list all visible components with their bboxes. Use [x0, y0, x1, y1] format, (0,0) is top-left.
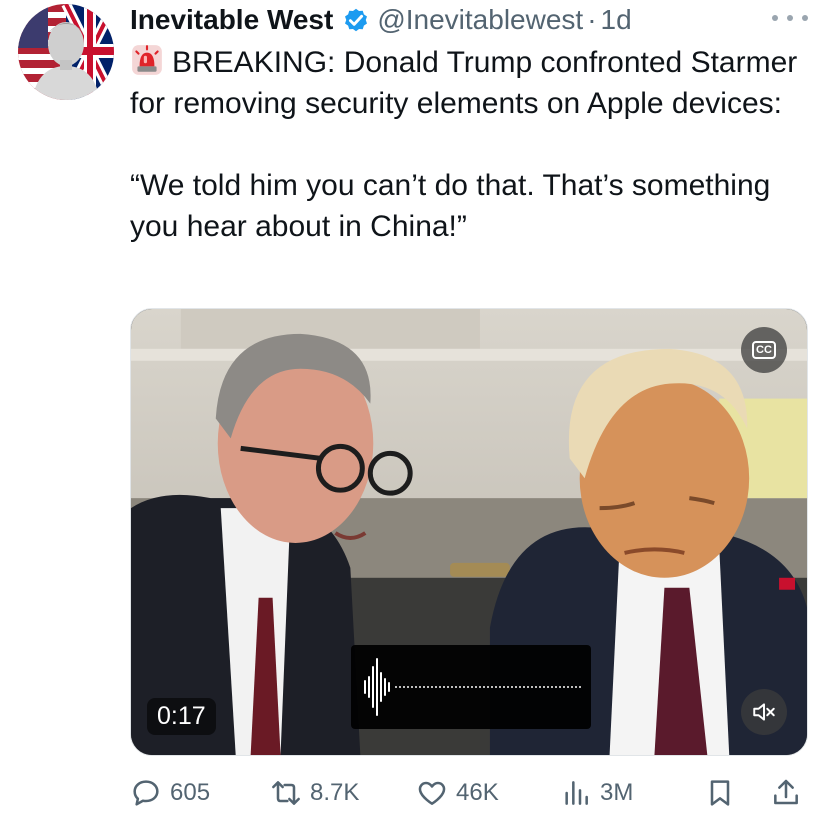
tweet-header: Inevitable West @Inevitablewest · 1d	[130, 0, 632, 40]
closed-captions-icon: CC	[752, 341, 776, 359]
author-name[interactable]: Inevitable West	[130, 4, 333, 36]
repost-icon	[272, 781, 300, 805]
author-avatar[interactable]	[18, 4, 114, 100]
repost-button[interactable]: 8.7K	[270, 768, 359, 818]
share-icon	[774, 779, 798, 805]
like-button[interactable]: 46K	[416, 768, 499, 818]
reply-icon	[133, 780, 159, 806]
post-time[interactable]: 1d	[601, 4, 632, 36]
views-button[interactable]: 3M	[560, 768, 633, 818]
speaker-muted-icon[interactable]	[741, 689, 787, 735]
tweet-line1: BREAKING: Donald Trump confronted Starme…	[130, 46, 798, 120]
separator-dot: ·	[587, 4, 597, 35]
views-chart-icon	[565, 781, 588, 805]
tweet-quote: “We told him you can’t do that. That’s s…	[130, 169, 771, 243]
views-count: 3M	[600, 779, 634, 806]
bookmark-icon	[710, 780, 730, 806]
author-handle[interactable]: @Inevitablewest	[377, 4, 583, 36]
heart-icon	[418, 781, 446, 805]
video-player[interactable]: CC 0:17	[130, 308, 808, 756]
like-count: 46K	[456, 779, 499, 806]
more-options-icon[interactable]	[772, 6, 808, 30]
repost-count: 8.7K	[310, 779, 360, 806]
tweet-text: BREAKING: Donald Trump confronted Starme…	[130, 42, 810, 247]
reply-button[interactable]: 605	[130, 768, 210, 818]
verified-badge-icon[interactable]	[341, 5, 371, 35]
audio-waveform-icon	[351, 645, 591, 729]
video-timestamp: 0:17	[147, 698, 216, 735]
closed-captions-button[interactable]: CC	[741, 327, 787, 373]
reply-count: 605	[170, 779, 211, 806]
rotating-light-icon	[130, 43, 164, 77]
tweet-actions-bar: 605 8.7K 46K 3M	[130, 768, 810, 818]
share-button[interactable]	[770, 768, 802, 818]
statue-with-flags-avatar-icon	[18, 4, 114, 100]
bookmark-button[interactable]	[704, 768, 736, 818]
tweet-line-breaking: BREAKING: Donald Trump confronted Starme…	[130, 42, 810, 124]
